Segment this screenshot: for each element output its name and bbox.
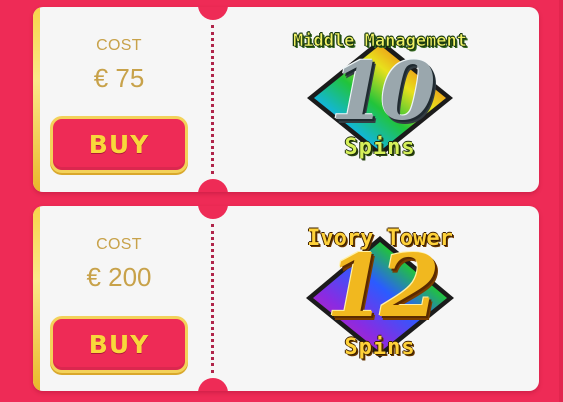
- gold-accent-strip: [33, 206, 40, 391]
- buy-button[interactable]: BUY: [50, 316, 188, 373]
- ticket-notch: [198, 179, 228, 192]
- page-edge: [559, 0, 563, 402]
- spin-package-card: COST € 200 BUY Ivory Tower 12 Spins: [33, 206, 539, 391]
- cost-label: COST: [96, 37, 142, 54]
- spin-package-card: COST € 75 BUY Middle Management 10 Spins: [33, 7, 539, 192]
- prize-badge: Middle Management 10 Spins: [240, 7, 520, 192]
- ticket-notch: [198, 7, 228, 20]
- price-value: € 200: [86, 262, 152, 292]
- ticket-perforation: [211, 224, 214, 373]
- ticket-notch: [198, 206, 228, 219]
- ticket-perforation: [211, 25, 214, 174]
- spins-label: Spins: [344, 135, 416, 160]
- prize-badge: Ivory Tower 12 Spins: [240, 206, 520, 391]
- price-value: € 75: [93, 63, 145, 93]
- spin-count: 12: [326, 236, 440, 337]
- ticket-notch: [198, 378, 228, 391]
- cost-label: COST: [96, 236, 142, 253]
- spin-count: 10: [330, 44, 435, 138]
- buy-button[interactable]: BUY: [50, 116, 188, 173]
- gold-accent-strip: [33, 7, 40, 192]
- spins-label: Spins: [344, 335, 416, 360]
